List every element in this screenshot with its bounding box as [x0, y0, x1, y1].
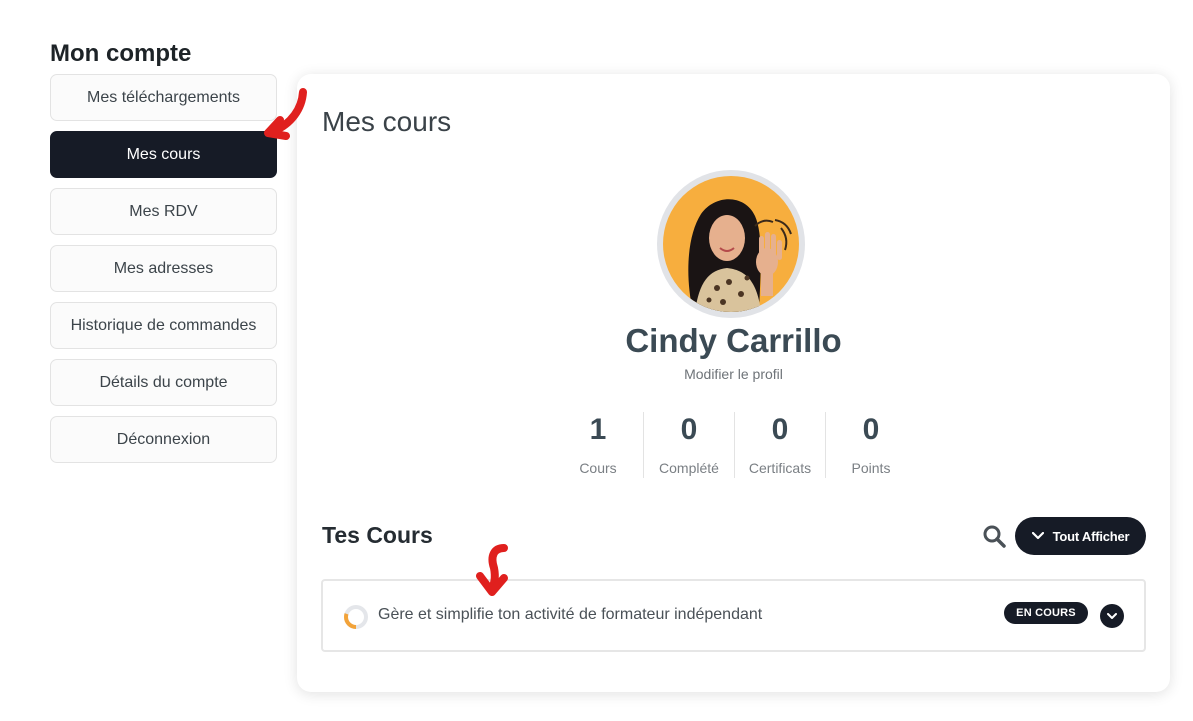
stat-value: 1 — [589, 413, 607, 446]
stat-value: 0 — [862, 413, 880, 446]
sidebar-item-label: Historique de commandes — [70, 316, 257, 334]
avatar — [657, 170, 805, 318]
page-title: Mon compte — [50, 40, 192, 68]
courses-panel: Mes cours Cindy Carrillo Modifier le pro… — [297, 74, 1170, 692]
sidebar-item-label: Mes adresses — [113, 259, 214, 277]
stat-label: Cours — [579, 460, 617, 476]
chevron-down-icon — [1107, 612, 1117, 619]
sidebar-item-account-details[interactable]: Détails du compte — [50, 359, 277, 406]
account-sidebar: Mes téléchargements Mes cours Mes RDV Me… — [50, 74, 277, 473]
avatar-photo — [663, 176, 799, 312]
status-badge: EN COURS — [1004, 602, 1088, 624]
course-list-item[interactable]: Gère et simplifie ton activité de format… — [321, 579, 1146, 652]
chevron-down-icon — [1031, 532, 1044, 540]
stat-label: Complété — [659, 460, 719, 476]
sidebar-item-logout[interactable]: Déconnexion — [50, 416, 277, 463]
sidebar-item-courses[interactable]: Mes cours — [50, 131, 277, 178]
sidebar-item-appointments[interactable]: Mes RDV — [50, 188, 277, 235]
show-all-button[interactable]: Tout Afficher — [1015, 517, 1146, 555]
search-icon — [983, 525, 1006, 548]
sidebar-item-addresses[interactable]: Mes adresses — [50, 245, 277, 292]
annotation-arrow-icon — [264, 88, 307, 140]
search-button[interactable] — [982, 524, 1010, 552]
show-all-label: Tout Afficher — [1052, 528, 1130, 544]
sidebar-item-label: Mes RDV — [129, 202, 198, 220]
progress-ring-icon — [344, 605, 368, 629]
stat-certificates: 0 Certificats — [735, 412, 826, 478]
stat-courses: 1 Cours — [553, 412, 644, 478]
edit-profile-link[interactable]: Modifier le profil — [297, 366, 1170, 382]
stats-row: 1 Cours 0 Complété 0 Certificats 0 Point… — [553, 412, 916, 478]
sidebar-item-label: Déconnexion — [116, 430, 211, 448]
stat-points: 0 Points — [826, 412, 916, 478]
stat-label: Points — [851, 460, 891, 476]
course-title: Gère et simplifie ton activité de format… — [378, 606, 763, 623]
sidebar-item-downloads[interactable]: Mes téléchargements — [50, 74, 277, 121]
sidebar-item-order-history[interactable]: Historique de commandes — [50, 302, 277, 349]
sidebar-item-label: Mes cours — [126, 145, 201, 163]
annotation-arrow-icon — [476, 544, 508, 596]
courses-section-title: Tes Cours — [322, 522, 433, 548]
stat-label: Certificats — [748, 460, 812, 476]
stat-completed: 0 Complété — [644, 412, 735, 478]
stat-value: 0 — [680, 413, 698, 446]
sidebar-item-label: Mes téléchargements — [87, 88, 240, 106]
profile-name: Cindy Carrillo — [625, 322, 842, 359]
stat-value: 0 — [771, 413, 789, 446]
sidebar-item-label: Détails du compte — [99, 373, 228, 391]
panel-title: Mes cours — [322, 106, 452, 137]
expand-course-button[interactable] — [1100, 604, 1124, 628]
